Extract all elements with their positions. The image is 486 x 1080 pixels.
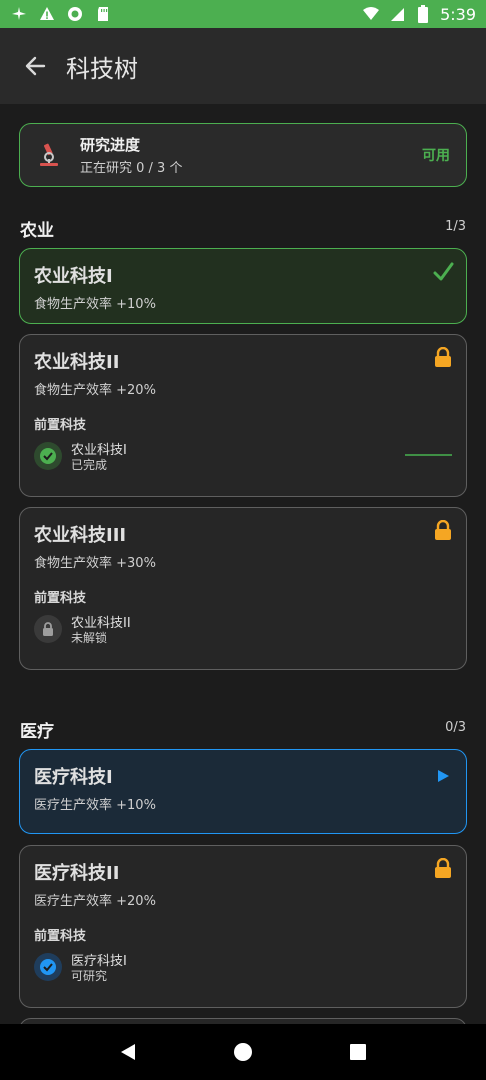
signal-icon — [388, 5, 406, 23]
tech-tree-list[interactable]: 研究进度 正在研究 0 / 3 个 可用 农业 1/3 农业科技I 食物生产效率… — [0, 104, 486, 1024]
play-icon[interactable] — [436, 768, 450, 787]
wifi-icon — [362, 5, 380, 23]
research-progress-title: 研究进度 — [80, 136, 141, 154]
tech-desc: 医疗生产效率 +20% — [34, 894, 156, 909]
sync-icon — [66, 5, 84, 23]
research-progress-subtitle: 正在研究 0 / 3 个 — [80, 161, 183, 176]
section-title-agriculture: 农业 — [20, 221, 54, 241]
research-progress-card: 研究进度 正在研究 0 / 3 个 可用 — [19, 123, 467, 187]
tech-name: 医疗科技I — [34, 767, 113, 788]
app-bar: 科技树 — [0, 28, 486, 104]
battery-icon — [414, 5, 432, 23]
section-count-medical: 0/3 — [445, 720, 466, 735]
tech-name: 农业科技III — [34, 525, 127, 546]
tech-name: 农业科技II — [34, 352, 120, 373]
warning-icon — [38, 5, 56, 23]
tech-card-agriculture-1[interactable]: 农业科技I 食物生产效率 +10% — [19, 248, 467, 324]
prereq-state: 已完成 — [71, 458, 108, 472]
checkmark-icon — [432, 261, 454, 287]
section-count-agriculture: 1/3 — [445, 219, 466, 234]
tech-desc: 食物生产效率 +20% — [34, 383, 156, 398]
prereq-progress-line — [405, 454, 452, 456]
prereq-label: 前置科技 — [34, 418, 87, 433]
lock-icon — [434, 857, 452, 882]
research-status: 可用 — [422, 148, 450, 164]
page-title: 科技树 — [66, 54, 138, 83]
tech-card-medical-2[interactable]: 医疗科技II 医疗生产效率 +20% 前置科技 医疗科技I 可研究 — [19, 845, 467, 1008]
prereq-label: 前置科技 — [34, 929, 87, 944]
airplane-mode-icon — [10, 5, 28, 23]
clock: 5:39 — [440, 4, 476, 24]
prereq-state: 可研究 — [71, 969, 108, 983]
sd-card-icon — [94, 5, 112, 23]
back-arrow-icon[interactable] — [20, 51, 50, 81]
nav-back-icon[interactable] — [116, 1040, 140, 1064]
microscope-icon — [36, 142, 62, 168]
tech-desc: 食物生产效率 +30% — [34, 556, 156, 571]
lock-icon — [434, 519, 452, 544]
nav-recents-icon[interactable] — [346, 1040, 370, 1064]
prereq-state: 未解锁 — [71, 631, 108, 645]
status-bar: 5:39 — [0, 0, 486, 28]
check-circle-icon — [34, 953, 62, 981]
nav-home-icon[interactable] — [231, 1040, 255, 1064]
tech-name: 农业科技I — [34, 266, 113, 287]
tech-name: 医疗科技II — [34, 863, 120, 884]
tech-card-agriculture-2[interactable]: 农业科技II 食物生产效率 +20% 前置科技 农业科技I 已完成 — [19, 334, 467, 497]
navigation-bar — [0, 1024, 486, 1080]
check-circle-icon — [34, 442, 62, 470]
tech-card-medical-1[interactable]: 医疗科技I 医疗生产效率 +10% — [19, 749, 467, 834]
tech-desc: 医疗生产效率 +10% — [34, 798, 156, 813]
section-title-medical: 医疗 — [20, 722, 54, 742]
tech-card-agriculture-3[interactable]: 农业科技III 食物生产效率 +30% 前置科技 农业科技II 未解锁 — [19, 507, 467, 670]
lock-icon — [434, 346, 452, 371]
lock-icon — [34, 615, 62, 643]
tech-desc: 食物生产效率 +10% — [34, 297, 156, 312]
prereq-label: 前置科技 — [34, 591, 87, 606]
